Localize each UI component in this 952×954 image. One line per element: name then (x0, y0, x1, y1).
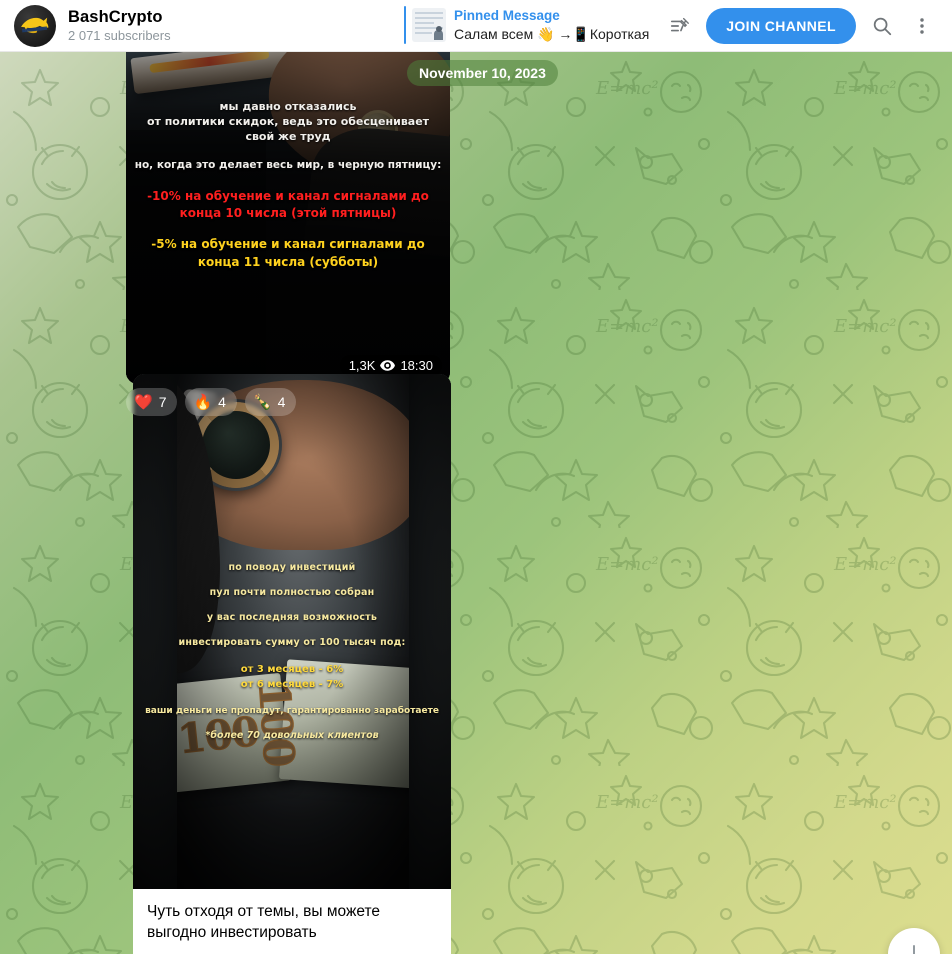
subscriber-count: 2 071 subscribers (68, 27, 171, 43)
arrow-down-icon (913, 945, 915, 954)
invest-line-3: у вас последняя возможность (206, 612, 378, 623)
promo-offer-red-1: -10% на обучение и канал сигналами до (147, 188, 429, 203)
invest-line-2: пул почти полностью собран (209, 587, 375, 598)
pinned-accent-bar (404, 6, 406, 44)
pinned-label: Pinned Message (454, 7, 560, 23)
message-photo-investment[interactable]: 100 100 по поводу инвестиций пул почти п… (133, 374, 451, 889)
date-badge: November 10, 2023 (407, 60, 558, 86)
invest-terms: от 3 месяцев - 6% от 6 месяцев - 7% (145, 662, 439, 692)
invest-term-2: от 6 месяцев - 7% (240, 679, 344, 690)
pinned-snippet: Салам всем 👋 →📱Короткая ... (454, 25, 654, 42)
more-menu-button[interactable] (902, 6, 942, 46)
promo-line-1: мы давно отказались (219, 100, 357, 113)
reaction-champagne[interactable]: 🍾 4 (244, 388, 297, 416)
search-icon (873, 17, 892, 36)
chat-area[interactable]: E=mc² November 10, 2023 (0, 52, 952, 954)
message-bubble-discount[interactable]: мы давно отказались от политики скидок, … (126, 52, 450, 384)
promo-offer-yellow-2: конца 11 числа (субботы) (197, 254, 379, 269)
avatar[interactable] (14, 4, 56, 47)
view-count: 1,3K (348, 358, 376, 373)
reactions-discount: ❤️ 7 🔥 4 🍾 4 (126, 388, 297, 416)
photo-caption-discount: мы давно отказались от политики скидок, … (126, 100, 450, 271)
reaction-heart-count: 7 (158, 394, 167, 410)
reaction-fire-count: 4 (218, 394, 226, 410)
message-photo-discount[interactable]: мы давно отказались от политики скидок, … (126, 52, 450, 384)
channel-meta: BashCrypto 2 071 subscribers (68, 8, 171, 44)
promo-line-3: свой же труд (245, 129, 331, 143)
scroll-to-bottom-button[interactable] (888, 928, 940, 954)
pinned-thumbnail (412, 8, 446, 42)
promo-offer-yellow-1: -5% на обучение и канал сигналами до (151, 237, 425, 252)
reaction-heart[interactable]: ❤️ 7 (126, 388, 178, 416)
telegram-channel-window: BashCrypto 2 071 subscribers Pinned Mess… (0, 0, 952, 954)
message-text-investment: Чуть отходя от темы, вы можете выгодно и… (133, 889, 451, 954)
header-actions: JOIN CHANNEL (660, 0, 942, 52)
pinned-list-button[interactable] (660, 6, 700, 46)
invest-footnote: *более 70 довольных клиентов (205, 730, 379, 741)
pinned-text: Pinned Message Салам всем 👋 →📱Короткая .… (454, 8, 654, 43)
eye-icon (380, 360, 396, 371)
reaction-fire-emoji: 🔥 (193, 392, 213, 411)
invest-term-1: от 3 месяцев - 6% (240, 664, 344, 675)
promo-highlight-line: но, когда это делает весь мир, в черную … (134, 158, 442, 171)
join-channel-button[interactable]: JOIN CHANNEL (706, 8, 856, 44)
more-vertical-icon (920, 18, 924, 34)
invest-note: ваши деньги не пропадут, гарантированно … (145, 706, 439, 716)
message-paragraph-1: Чуть отходя от темы, вы можете выгодно и… (147, 903, 380, 942)
message-meta-discount: 1,3K 18:30 (339, 355, 442, 376)
channel-header: BashCrypto 2 071 subscribers Pinned Mess… (0, 0, 952, 52)
search-button[interactable] (862, 6, 902, 46)
pinned-message[interactable]: Pinned Message Салам всем 👋 →📱Короткая .… (404, 6, 654, 44)
shark-logo-icon (21, 17, 49, 33)
promo-offer-red-2: конца 10 числа (этой пятницы) (179, 205, 397, 220)
invest-line-4: инвестировать сумму от 100 тысяч под: (178, 637, 406, 648)
reaction-fire[interactable]: 🔥 4 (185, 388, 237, 416)
reaction-heart-emoji: ❤️ (134, 392, 153, 411)
message-bubble-investment[interactable]: 100 100 по поводу инвестиций пул почти п… (133, 374, 451, 954)
pinned-list-icon (671, 17, 690, 32)
reaction-champagne-count: 4 (277, 394, 286, 410)
promo-line-2: от политики скидок, ведь это обесценивае… (146, 114, 430, 128)
channel-name: BashCrypto (68, 7, 163, 26)
message-time: 18:30 (400, 358, 433, 373)
invest-line-1: по поводу инвестиций (228, 562, 356, 573)
reaction-champagne-emoji: 🍾 (252, 392, 272, 411)
photo-caption-investment: по поводу инвестиций пул почти полностью… (133, 562, 451, 741)
